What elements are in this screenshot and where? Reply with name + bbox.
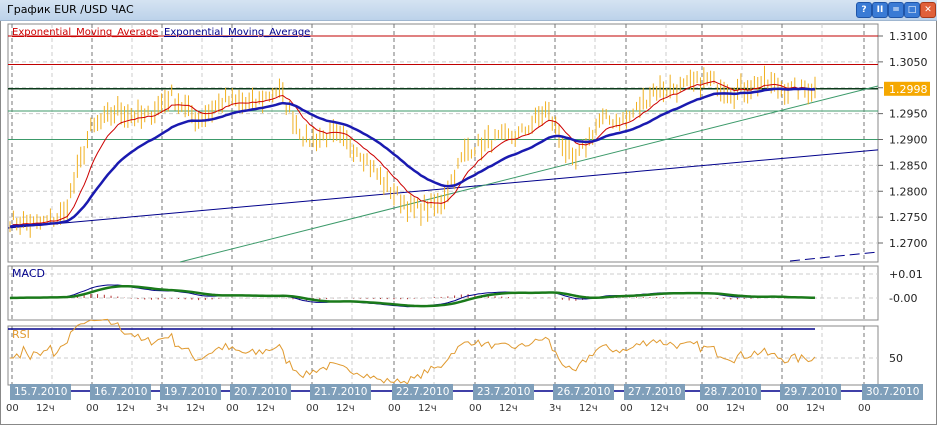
price-tick-label: 1.2950: [889, 108, 928, 121]
macd-tick-label: -0.00: [889, 292, 917, 305]
hour-label: 12ч: [186, 403, 205, 414]
hour-label: 12ч: [116, 403, 135, 414]
date-label: 21.7.2010: [310, 384, 372, 400]
hour-label: 00: [776, 403, 789, 414]
price-panel: [7, 23, 879, 263]
hour-label: 00: [306, 403, 319, 414]
chart-canvas[interactable]: 1.3100 1.3050 1.2950 1.2900 1.2850 1.2800 1.27…: [0, 0, 937, 426]
hour-label: 00: [6, 403, 19, 414]
price-tick-label: 1.3050: [889, 56, 928, 69]
hour-label: 00: [469, 403, 482, 414]
macd-label: MACD: [12, 267, 45, 280]
hour-label: 12ч: [806, 403, 825, 414]
hour-label: 12ч: [256, 403, 275, 414]
hour-label: 00: [620, 403, 633, 414]
date-label: 30.7.2010: [862, 384, 924, 400]
date-label: 15.7.2010: [10, 384, 72, 400]
price-tick-label: 1.2900: [889, 134, 928, 147]
date-label: 27.7.2010: [624, 384, 686, 400]
rsi-label: RSI: [12, 328, 30, 341]
hour-label: 12ч: [418, 403, 437, 414]
date-label: 26.7.2010: [553, 384, 615, 400]
hour-label: 12ч: [726, 403, 745, 414]
date-label: 29.7.2010: [780, 384, 842, 400]
price-tick-label: 1.2800: [889, 185, 928, 198]
date-label: 23.7.2010: [473, 384, 535, 400]
price-tick-label: 1.2700: [889, 237, 928, 250]
price-tick-label: 1.2750: [889, 211, 928, 224]
hour-label: 12ч: [579, 403, 598, 414]
date-label: 22.7.2010: [392, 384, 454, 400]
price-tick-label: 1.3100: [889, 30, 928, 43]
hour-label: 12ч: [650, 403, 669, 414]
price-tick-label: 1.2850: [889, 159, 928, 172]
hour-label: 12ч: [499, 403, 518, 414]
date-label: 19.7.2010: [160, 384, 222, 400]
legend-item-ema: Exponential_Moving_Average: [12, 27, 158, 38]
rsi-tick-label: 50: [889, 352, 903, 365]
date-label: 16.7.2010: [90, 384, 152, 400]
hour-label: 3ч: [549, 403, 562, 414]
hour-label: 00: [388, 403, 401, 414]
current-price-label: 1.2998: [889, 83, 928, 96]
hour-label: 00: [226, 403, 239, 414]
hour-label: 00: [696, 403, 709, 414]
legend-item-ema: Exponential_Moving_Average: [164, 27, 310, 38]
macd-tick-label: +0.01: [889, 268, 923, 281]
date-label: 28.7.2010: [700, 384, 762, 400]
hour-label: 00: [858, 403, 871, 414]
hour-label: 3ч: [156, 403, 169, 414]
hour-label: 12ч: [336, 403, 355, 414]
date-label: 20.7.2010: [230, 384, 292, 400]
hour-label: 12ч: [36, 403, 55, 414]
hour-label: 00: [86, 403, 99, 414]
